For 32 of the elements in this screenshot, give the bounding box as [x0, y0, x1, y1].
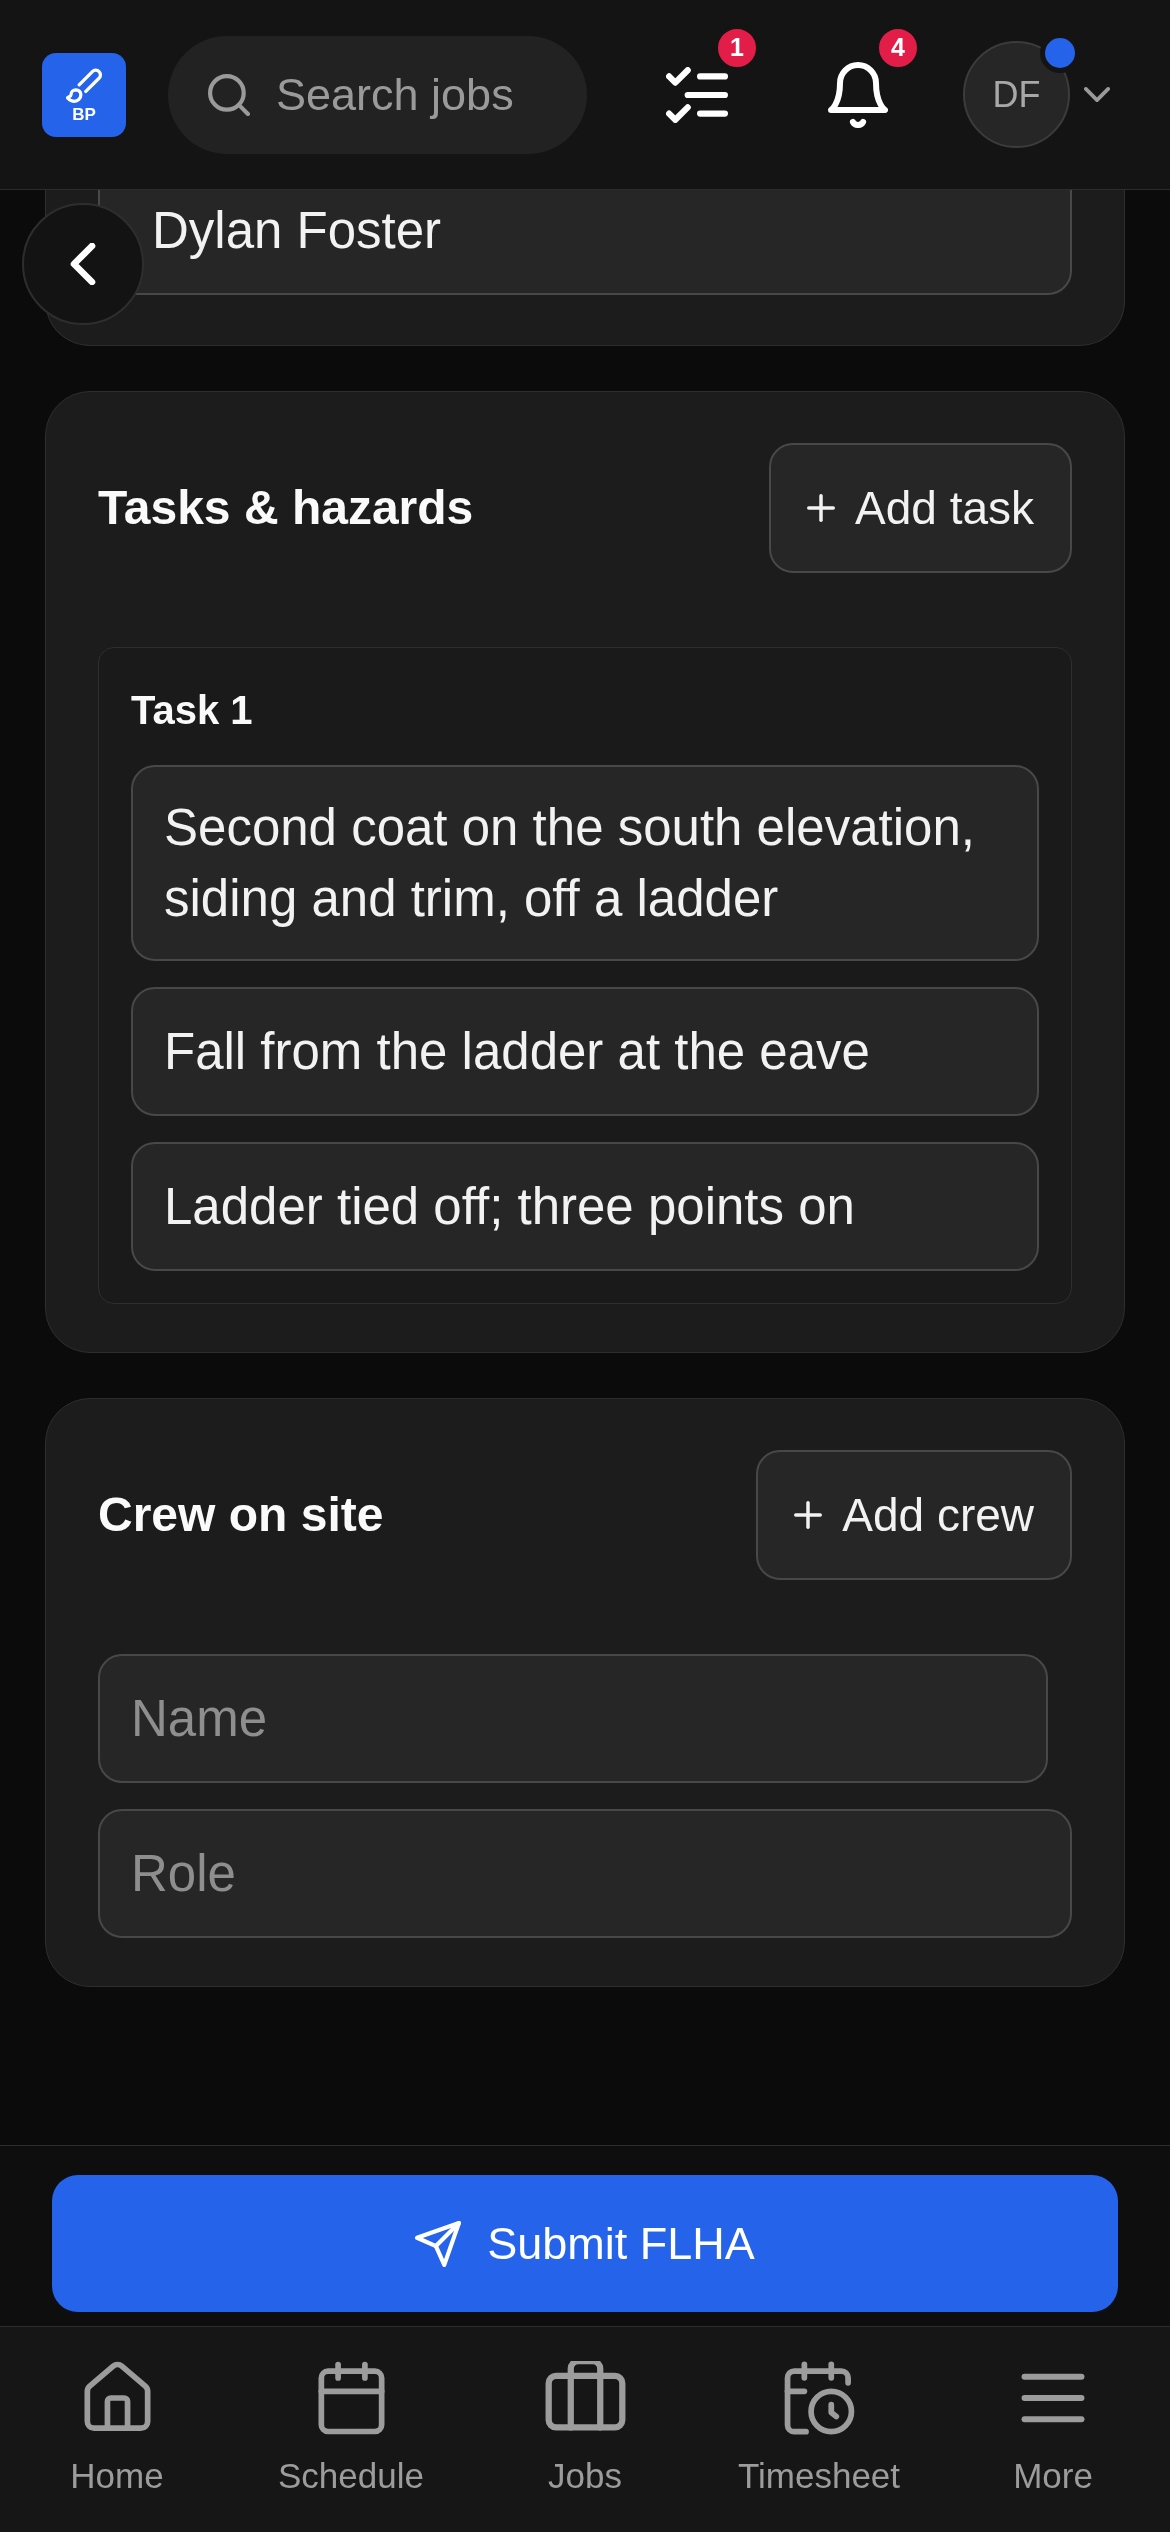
input-field[interactable]: Name [98, 1654, 1048, 1783]
plus-icon [807, 494, 835, 522]
calendar-icon [317, 2361, 385, 2435]
text-area[interactable]: Second coat on the south elevation, siding and trim, off a ladder [131, 765, 1039, 961]
chevron-left-icon [70, 243, 96, 285]
calendar-clock-icon [783, 2361, 855, 2435]
plus-icon [794, 1501, 823, 1529]
section-title: Tasks & hazards [98, 480, 474, 537]
nav-item[interactable]: Schedule [234, 2327, 468, 2532]
send-icon [415, 2220, 462, 2267]
nav-item[interactable]: Jobs [468, 2327, 702, 2532]
bell-icon [828, 61, 888, 128]
search-field[interactable]: Search jobs [168, 35, 587, 154]
text-field[interactable]: Dylan Foster [98, 190, 1072, 295]
add-task-button[interactable]: Add task [769, 443, 1072, 573]
text-field[interactable]: Ladder tied off; three points on [131, 1142, 1039, 1271]
paintbrush-icon [66, 66, 102, 103]
nav-item[interactable]: More [936, 2327, 1170, 2532]
section-title: Crew on site [98, 1487, 384, 1544]
text-field[interactable]: Fall from the ladder at the eave [131, 987, 1039, 1116]
app-logo[interactable]: BP [42, 52, 126, 137]
avatar-button[interactable]: DF [963, 41, 1070, 148]
nav-item[interactable]: Timesheet [702, 2327, 936, 2532]
task-label: Task 1 [131, 687, 254, 734]
nav-item[interactable]: Home [0, 2327, 234, 2532]
search-icon [208, 73, 250, 116]
submit-button[interactable]: Submit FLHA [52, 2175, 1118, 2312]
logo-text: BP [72, 105, 96, 123]
input-field[interactable]: Role [98, 1809, 1072, 1938]
add-crew-button[interactable]: Add crew [756, 1450, 1072, 1580]
checklist-icon [666, 66, 728, 123]
chevron-down-icon[interactable] [1084, 87, 1110, 102]
